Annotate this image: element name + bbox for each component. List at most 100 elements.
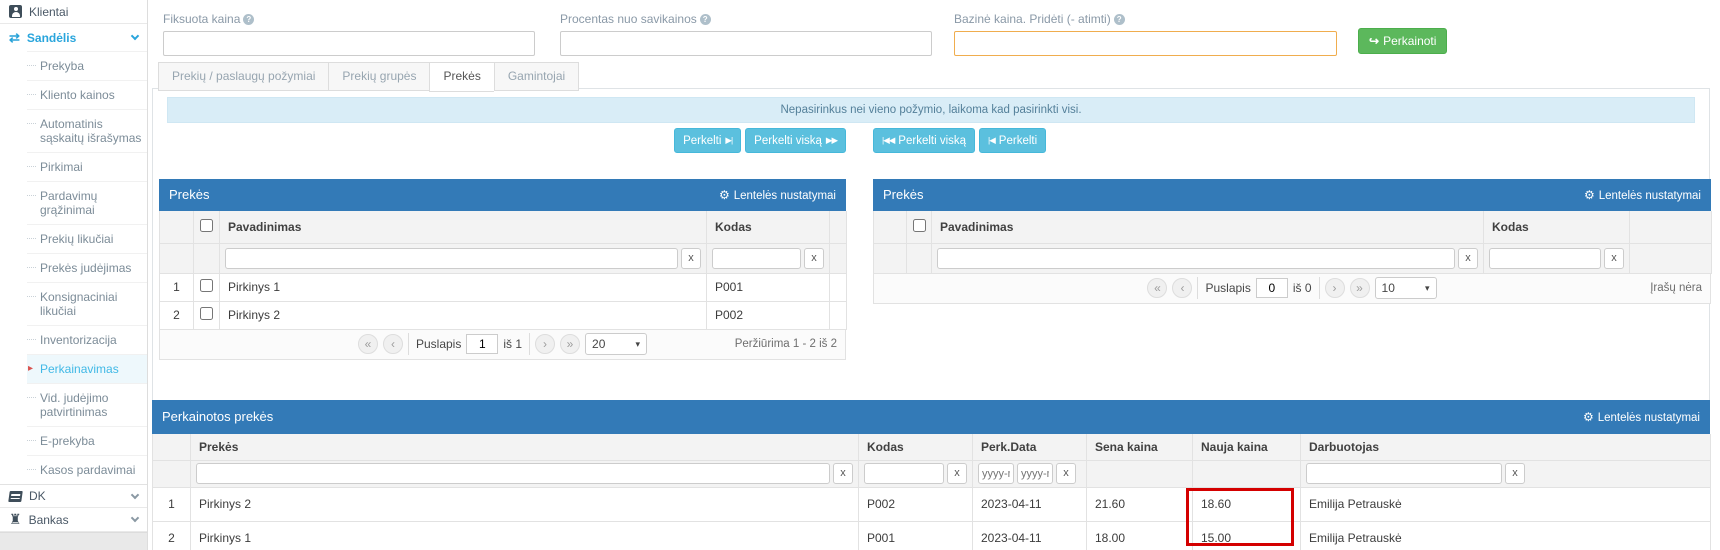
page-number-input[interactable] [1256,278,1288,298]
table-row[interactable]: 1 Pirkinys 2 P002 2023-04-11 21.60 18.60… [153,487,1711,521]
sidebar-section-label: Sandėlis [27,31,76,45]
clear-filter-button[interactable]: x [947,463,967,484]
column-header-perk-data: Perk.Data [973,434,1087,460]
date-to-filter-input[interactable] [1017,463,1053,484]
sandelis-submenu: Prekyba Kliento kainos Automatinis sąska… [27,51,147,484]
move-selected-right-button[interactable]: Perkelti▶| [674,128,741,153]
clear-filter-button[interactable]: x [833,463,853,484]
help-icon[interactable]: ? [1114,14,1125,25]
clear-filter-button[interactable]: x [1056,463,1076,484]
prev-page-button[interactable]: ‹ [1172,278,1192,298]
records-info: Įrašų nėra [1650,282,1702,294]
sidebar-section-bankas[interactable]: ♜ Bankas [0,508,147,532]
filter-cell [160,243,194,273]
fiksuota-kaina-input[interactable] [163,31,535,56]
select-all-cell [194,211,220,243]
row-checkbox[interactable] [200,279,213,292]
select-all-checkbox[interactable] [913,219,926,232]
sidebar-item-prekiu-likuciai[interactable]: Prekių likučiai [27,224,147,253]
row-number: 1 [160,273,194,301]
select-all-checkbox[interactable] [200,219,213,232]
last-page-button[interactable]: » [560,334,580,354]
column-header-prekes: Prekės [191,434,859,460]
sidebar-section-dk[interactable]: DK [0,484,147,508]
table-row[interactable]: 1 Pirkinys 1 P001 [160,273,847,301]
next-page-button[interactable]: › [535,334,555,354]
table-title: Perkainotos prekės [162,400,273,434]
pavadinimas-filter-input[interactable] [225,248,678,269]
table-settings-button[interactable]: ⚙Lentelės nustatymai [719,179,836,211]
sidebar-item-pardavimu-grazinimai[interactable]: Pardavimų grąžinimai [27,181,147,224]
sidebar-item-prekyba[interactable]: Prekyba [27,51,147,80]
clear-filter-button[interactable]: x [1458,248,1478,269]
skip-left-icon: |◀ [988,135,995,146]
sidebar-section-label: Bankas [29,513,69,527]
kodas-filter-input[interactable] [1489,248,1601,269]
tab-prekiu-paslaugu-pozymiai[interactable]: Prekių / paslaugų požymiai [158,62,328,91]
sidebar-section-sandelis[interactable]: ⇄ Sandėlis [0,24,147,51]
bazine-kaina-input[interactable] [954,31,1337,56]
tab-prekes-active[interactable]: Prekės [429,62,493,92]
page-size-select[interactable]: 20▾ [585,333,647,355]
sidebar-item-kliento-kainos[interactable]: Kliento kainos [27,80,147,109]
sidebar-item-e-prekyba[interactable]: E-prekyba [27,426,147,455]
tab-prekiu-grupes[interactable]: Prekių grupės [328,62,429,91]
prekes-filter-input[interactable] [196,463,830,484]
first-page-button[interactable]: « [358,334,378,354]
page-number-input[interactable] [466,334,498,354]
rownum-header [160,211,194,243]
table-settings-button[interactable]: ⚙Lentelės nustatymai [1583,400,1700,434]
kodas-filter-input[interactable] [712,248,801,269]
prev-page-button[interactable]: ‹ [383,334,403,354]
sidebar-item-kasos-pardavimai[interactable]: Kasos pardavimai [27,455,147,484]
move-selected-left-button[interactable]: |◀Perkelti [979,128,1046,153]
sidebar-item-vid-judejimo-patvirtinimas[interactable]: Vid. judėjimo patvirtinimas [27,383,147,426]
sidebar-item-automatinis-saskaitu-israsymas[interactable]: Automatinis sąskaitų išrašymas [27,109,147,152]
kodas-filter-input[interactable] [864,463,944,484]
procentas-input[interactable] [560,31,932,56]
clear-filter-button[interactable]: x [1505,463,1525,484]
sidebar-item-prekes-judejimas[interactable]: Prekės judėjimas [27,253,147,282]
pagination-bar: « ‹ Puslapis iš 1 › » 20▾ Peržiūrima 1 -… [159,330,846,360]
perkainoti-button[interactable]: ↪Perkainoti [1358,28,1447,54]
sidebar-item-label: Perkainavimas [40,362,119,376]
move-all-left-button[interactable]: |◀◀Perkelti viską [873,128,975,153]
sidebar-item-konsignaciniai-likuciai[interactable]: Konsignaciniai likučiai [27,282,147,325]
filter-cell [907,243,932,273]
row-number: 2 [153,521,191,550]
cell-prekes: Pirkinys 2 [191,487,859,521]
pavadinimas-filter-input[interactable] [937,248,1455,269]
column-header-kodas: Kodas [1484,211,1630,243]
cell-kodas: P002 [707,301,830,329]
table-row[interactable]: 2 Pirkinys 1 P001 2023-04-11 18.00 15.00… [153,521,1711,550]
sidebar-item-label: Pirkimai [40,160,83,174]
table-settings-button[interactable]: ⚙Lentelės nustatymai [1584,179,1701,211]
page-label: Puslapis [416,337,461,351]
sidebar-item-klientai[interactable]: Klientai [0,0,147,24]
row-checkbox[interactable] [200,307,213,320]
pagination-bar: « ‹ Puslapis iš 0 › » 10▾ Įrašų nėra [873,274,1711,304]
table-row[interactable]: 2 Pirkinys 2 P002 [160,301,847,329]
next-page-button[interactable]: › [1325,278,1345,298]
sidebar-item-perkainavimas-active[interactable]: ▸ Perkainavimas [27,354,147,383]
sidebar-item-pirkimai[interactable]: Pirkimai [27,152,147,181]
column-header-pavadinimas: Pavadinimas [220,211,707,243]
clear-filter-button[interactable]: x [681,248,701,269]
select-all-cell [907,211,932,243]
help-icon[interactable]: ? [700,14,711,25]
clear-filter-button[interactable]: x [1604,248,1624,269]
chevron-down-icon: ▾ [1425,278,1430,298]
first-page-button[interactable]: « [1147,278,1167,298]
last-page-button[interactable]: » [1350,278,1370,298]
page-of-label: iš 1 [503,337,522,351]
page-size-select[interactable]: 10▾ [1375,277,1437,299]
date-from-filter-input[interactable] [978,463,1014,484]
sidebar-item-inventorizacija[interactable]: Inventorizacija [27,325,147,354]
clear-filter-button[interactable]: x [804,248,824,269]
spacer-cell [1630,243,1712,273]
skip-right-icon: ▶| [725,135,732,146]
darbuotojas-filter-input[interactable] [1306,463,1502,484]
help-icon[interactable]: ? [243,14,254,25]
move-all-right-button[interactable]: Perkelti viską▶▶ [745,128,846,153]
tab-gamintojai[interactable]: Gamintojai [494,62,579,91]
